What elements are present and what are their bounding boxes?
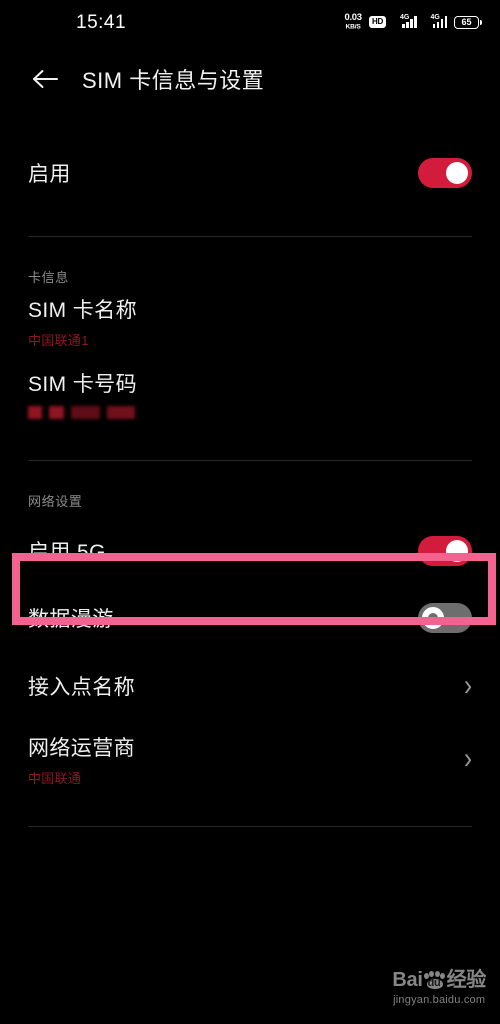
carrier-row[interactable]: 网络运营商 中国联通 › bbox=[0, 720, 500, 798]
data-roaming-row[interactable]: 数据漫游 bbox=[0, 584, 500, 652]
data-roaming-toggle-knob bbox=[422, 607, 444, 629]
apn-label: 接入点名称 bbox=[28, 676, 135, 699]
hd-voice-icon: HD bbox=[369, 16, 386, 28]
app-bar: SIM 卡信息与设置 bbox=[0, 46, 500, 112]
page-title: SIM 卡信息与设置 bbox=[82, 68, 265, 93]
network-speed-unit: KB/S bbox=[345, 23, 361, 31]
enable-sim-toggle-knob bbox=[446, 162, 468, 184]
signal-sim2-network-label: 4G bbox=[430, 14, 440, 21]
enable-5g-toggle[interactable] bbox=[418, 536, 472, 566]
status-icons-group: 0.03 KB/S HD 4G 4G 65 bbox=[344, 11, 482, 33]
data-roaming-texts: 数据漫游 bbox=[28, 603, 114, 633]
status-time: 15:41 bbox=[76, 12, 127, 33]
enable-sim-texts: 启用 bbox=[28, 158, 71, 188]
watermark: Bai du 经验 jingyan.baidu.com bbox=[392, 970, 486, 1006]
sim-name-label: SIM 卡名称 bbox=[28, 299, 137, 322]
signal-sim1-icon: 4G bbox=[393, 14, 417, 28]
enable-5g-toggle-knob bbox=[446, 540, 468, 562]
sim-number-label: SIM 卡号码 bbox=[28, 373, 137, 396]
data-roaming-toggle[interactable] bbox=[418, 603, 472, 633]
signal-sim2-icon: 4G bbox=[424, 14, 447, 28]
data-roaming-label: 数据漫游 bbox=[28, 608, 114, 631]
sim-name-texts: SIM 卡名称 中国联通1 bbox=[28, 294, 137, 349]
divider-bottom bbox=[28, 826, 472, 827]
carrier-label: 网络运营商 bbox=[28, 736, 135, 760]
watermark-paw-text: du bbox=[427, 977, 441, 989]
section-label-card-info: 卡信息 bbox=[28, 270, 69, 285]
enable-5g-texts: 启用 5G bbox=[28, 536, 106, 566]
watermark-brand-suffix: 经验 bbox=[446, 969, 487, 991]
battery-icon: 65 bbox=[454, 15, 482, 29]
watermark-url: jingyan.baidu.com bbox=[393, 994, 486, 1006]
enable-5g-label: 启用 5G bbox=[28, 541, 106, 564]
carrier-texts: 网络运营商 中国联通 bbox=[28, 732, 135, 787]
enable-sim-label: 启用 bbox=[28, 163, 71, 186]
network-speed-value: 0.03 bbox=[344, 12, 362, 23]
section-label-network-settings: 网络设置 bbox=[28, 494, 83, 509]
battery-level-text: 65 bbox=[454, 15, 479, 29]
divider-network-settings bbox=[28, 460, 472, 461]
back-arrow-icon[interactable] bbox=[30, 64, 60, 94]
enable-sim-toggle[interactable] bbox=[418, 158, 472, 188]
status-bar: 15:41 0.03 KB/S HD 4G 4G 65 bbox=[0, 0, 500, 46]
chevron-right-icon[interactable]: › bbox=[464, 743, 472, 774]
watermark-brand: Bai du 经验 bbox=[392, 970, 486, 990]
enable-sim-row[interactable]: 启用 bbox=[0, 138, 500, 208]
chevron-right-icon[interactable]: › bbox=[464, 670, 472, 701]
divider-card-info bbox=[28, 236, 472, 237]
sim-number-texts: SIM 卡号码 bbox=[28, 368, 137, 419]
sim-name-value: 中国联通1 bbox=[28, 333, 89, 348]
paw-icon: du bbox=[423, 971, 446, 989]
watermark-brand-prefix: Bai bbox=[392, 969, 423, 991]
apn-row[interactable]: 接入点名称 › bbox=[0, 652, 500, 720]
apn-texts: 接入点名称 bbox=[28, 671, 135, 701]
sim-number-row[interactable]: SIM 卡号码 bbox=[0, 368, 500, 444]
signal-sim1-network-label: 4G bbox=[400, 14, 410, 21]
network-speed-indicator: 0.03 KB/S bbox=[344, 12, 362, 31]
carrier-value: 中国联通 bbox=[28, 770, 82, 786]
sim-number-masked-value bbox=[28, 406, 137, 419]
battery-cap bbox=[480, 19, 482, 25]
enable-5g-row[interactable]: 启用 5G bbox=[0, 518, 500, 584]
sim-name-row[interactable]: SIM 卡名称 中国联通1 bbox=[0, 294, 500, 368]
